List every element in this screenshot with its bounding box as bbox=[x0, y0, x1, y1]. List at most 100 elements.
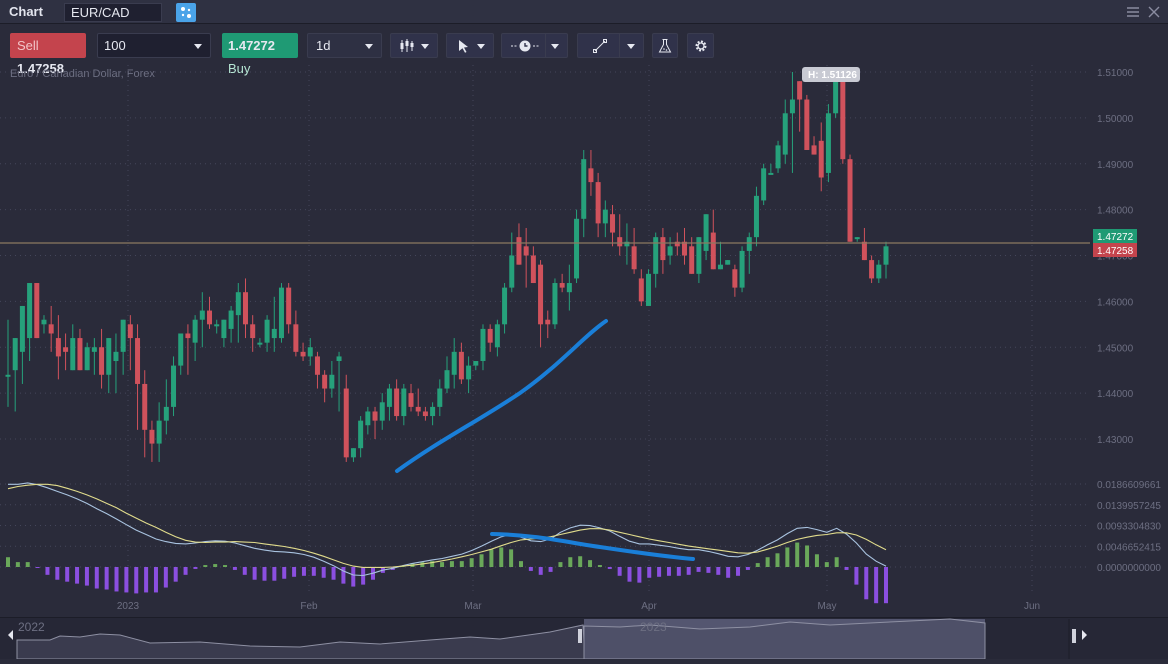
macd-histogram-bar bbox=[706, 567, 711, 573]
link-icon bbox=[181, 7, 191, 18]
candle bbox=[732, 264, 738, 297]
macd-tick-label: 0.0139957245 bbox=[1097, 501, 1161, 512]
close-icon bbox=[1148, 6, 1160, 18]
chevron-down-icon bbox=[421, 44, 429, 49]
drawing-tool-button[interactable] bbox=[577, 33, 644, 58]
candle bbox=[142, 370, 148, 458]
candle bbox=[365, 406, 371, 435]
candle bbox=[502, 283, 508, 334]
symbol-input[interactable]: EUR/CAD bbox=[64, 3, 162, 22]
macd-histogram-bar bbox=[627, 567, 632, 582]
macd-histogram-bar bbox=[844, 567, 849, 570]
candle bbox=[293, 310, 299, 357]
timeframe-select[interactable]: 1d bbox=[307, 33, 382, 58]
candle bbox=[775, 140, 781, 173]
navigator-right-handle[interactable] bbox=[1072, 629, 1076, 643]
candle bbox=[487, 324, 493, 352]
candle bbox=[797, 81, 803, 132]
signal-line bbox=[7, 483, 887, 568]
candle bbox=[242, 278, 248, 339]
macd-line bbox=[8, 482, 887, 577]
candle bbox=[667, 237, 673, 265]
macd-histogram-bar bbox=[538, 567, 543, 575]
candle bbox=[746, 232, 752, 274]
candle bbox=[156, 402, 162, 462]
macd-histogram-bar bbox=[272, 567, 277, 581]
cursor-tool-button[interactable] bbox=[446, 33, 494, 58]
crosshair-tool-button[interactable] bbox=[501, 33, 568, 58]
price-tick-label: 1.48000 bbox=[1097, 206, 1134, 217]
macd-panel bbox=[6, 482, 888, 604]
quantity-select[interactable]: 100 bbox=[97, 33, 211, 58]
candle bbox=[113, 333, 119, 394]
candle bbox=[825, 104, 831, 183]
candle bbox=[653, 232, 659, 288]
navigator-left-handle[interactable] bbox=[578, 629, 582, 643]
candle bbox=[638, 269, 644, 306]
candle bbox=[523, 227, 529, 288]
candle bbox=[552, 278, 558, 329]
macd-histogram-bar bbox=[203, 565, 208, 567]
macd-histogram-bar bbox=[716, 567, 721, 575]
candle bbox=[725, 260, 731, 265]
time-tick-label: Apr bbox=[641, 601, 657, 612]
macd-histogram-bar bbox=[666, 567, 671, 576]
window-title: Chart bbox=[9, 4, 43, 19]
candle bbox=[624, 223, 630, 265]
macd-histogram-bar bbox=[134, 567, 139, 594]
ask-tag-text: 1.47272 bbox=[1097, 232, 1134, 243]
chart-type-button[interactable] bbox=[390, 33, 438, 58]
time-tick-label: Feb bbox=[300, 601, 318, 612]
navigator-year-label: 2023 bbox=[640, 620, 667, 634]
chevron-down-icon bbox=[365, 44, 373, 49]
chevron-down-icon bbox=[477, 44, 485, 49]
close-button[interactable] bbox=[1145, 3, 1163, 21]
candle bbox=[430, 402, 436, 426]
candle bbox=[41, 315, 47, 334]
candle bbox=[185, 324, 191, 375]
pointer-arrow-icon bbox=[459, 40, 468, 53]
candle bbox=[631, 227, 637, 274]
sell-button[interactable]: Sell 1.47258 bbox=[10, 33, 86, 76]
macd-histogram-bar bbox=[144, 567, 149, 593]
trendline-icon bbox=[593, 39, 607, 53]
candle bbox=[610, 205, 616, 247]
macd-histogram-bar bbox=[578, 556, 583, 567]
candle bbox=[602, 200, 608, 238]
candle bbox=[761, 163, 767, 206]
candle bbox=[768, 163, 774, 175]
macd-histogram-bar bbox=[469, 558, 474, 567]
macd-histogram-bar bbox=[568, 557, 573, 567]
candle bbox=[545, 310, 551, 339]
macd-histogram-bar bbox=[262, 567, 267, 581]
macd-histogram-bar bbox=[75, 567, 80, 584]
candle bbox=[617, 214, 623, 256]
macd-histogram-bar bbox=[55, 567, 60, 580]
link-button[interactable] bbox=[176, 3, 196, 22]
candle bbox=[27, 283, 33, 362]
macd-histogram-bar bbox=[331, 567, 336, 580]
menu-button[interactable] bbox=[1124, 3, 1142, 21]
drawn-trendline[interactable] bbox=[395, 319, 608, 473]
settings-button[interactable] bbox=[687, 33, 714, 58]
candle bbox=[307, 338, 313, 366]
price-chart[interactable]: 1.510001.500001.490001.480001.470001.460… bbox=[0, 65, 1168, 617]
macd-tick-label: 0.0000000000 bbox=[1097, 563, 1161, 574]
macd-histogram-bar bbox=[745, 567, 750, 570]
candle bbox=[458, 342, 464, 384]
candle bbox=[782, 99, 788, 164]
candle bbox=[300, 342, 306, 362]
window-titlebar: Chart EUR/CAD bbox=[0, 0, 1168, 24]
buy-button[interactable]: 1.47272 Buy bbox=[222, 33, 298, 76]
studies-button[interactable] bbox=[652, 33, 678, 58]
candle bbox=[199, 292, 205, 348]
candle bbox=[581, 149, 587, 238]
price-tick-label: 1.46000 bbox=[1097, 297, 1134, 308]
macd-histogram-bar bbox=[479, 554, 484, 567]
macd-histogram-bar bbox=[686, 567, 691, 575]
macd-histogram-bar bbox=[676, 567, 681, 576]
candle bbox=[55, 315, 61, 380]
macd-histogram-bar bbox=[805, 545, 810, 567]
candle bbox=[149, 420, 155, 462]
timeline-navigator[interactable]: 2022 2023 bbox=[0, 617, 1168, 660]
